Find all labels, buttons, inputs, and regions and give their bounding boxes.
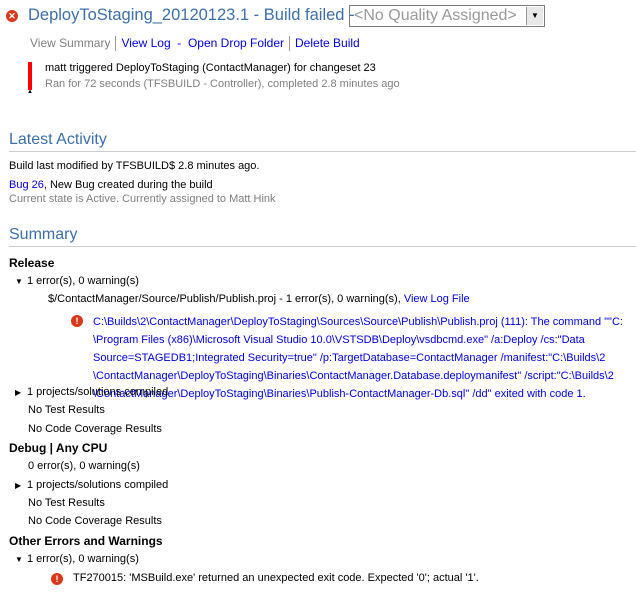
summary-heading: Summary	[9, 226, 78, 243]
error-icon: !	[51, 573, 63, 585]
divider	[289, 36, 291, 52]
last-modified: Build last modified by TFSBUILD$ 2.8 min…	[9, 160, 260, 172]
divider	[115, 36, 117, 52]
divider	[9, 151, 636, 152]
bug-text: , New Bug created during the build	[43, 179, 213, 191]
error-icon: !	[71, 315, 83, 327]
compiled-text: 1 projects/solutions compiled	[27, 386, 169, 398]
dash: -	[177, 36, 182, 50]
view-summary-link[interactable]: View Summary	[30, 36, 110, 50]
error-line: \Program Files (x86)\Microsoft Visual St…	[93, 334, 585, 346]
delete-build-link[interactable]: Delete Build	[295, 36, 360, 50]
latest-activity-heading: Latest Activity	[9, 131, 107, 148]
bug-link[interactable]: Bug 26	[9, 179, 44, 191]
debug-errors: 0 error(s), 0 warning(s)	[28, 460, 140, 472]
view-log-link[interactable]: View Log	[121, 36, 170, 50]
other-errors-title: Other Errors and Warnings	[9, 534, 163, 548]
other-errors-toggle[interactable]: ▼ 1 error(s), 0 warning(s)	[15, 553, 139, 565]
chevron-down-icon[interactable]: ▼	[526, 7, 543, 25]
divider	[9, 246, 636, 247]
caret-up-icon: ▲	[27, 89, 33, 95]
expanded-icon: ▼	[15, 277, 23, 286]
other-errors-count: 1 error(s), 0 warning(s)	[27, 553, 139, 565]
view-log-file-link[interactable]: View Log File	[404, 293, 470, 305]
bug-line: Bug 26, New Bug created during the build	[9, 179, 213, 191]
release-compiled-toggle[interactable]: ▶ 1 projects/solutions compiled	[15, 386, 168, 398]
other-error-message: TF270015: 'MSBuild.exe' returned an unex…	[73, 572, 479, 584]
release-errors-toggle[interactable]: ▼ 1 error(s), 0 warning(s)	[15, 275, 139, 287]
status-bar	[28, 62, 32, 90]
expanded-icon: ▼	[15, 555, 23, 564]
project-summary: $/ContactManager/Source/Publish/Publish.…	[48, 293, 401, 305]
error-line: \ContactManager\DeployToStaging\Binaries…	[93, 388, 586, 400]
error-line: \ContactManager\DeployToStaging\Binaries…	[93, 370, 614, 382]
debug-title: Debug | Any CPU	[9, 441, 108, 455]
release-title: Release	[9, 256, 55, 270]
quality-dropdown[interactable]: <No Quality Assigned> ▼	[349, 5, 545, 27]
test-results: No Test Results	[28, 497, 105, 509]
build-failed-icon: ✕	[6, 10, 18, 22]
bug-state: Current state is Active. Currently assig…	[9, 193, 276, 205]
debug-compiled-toggle[interactable]: ▶ 1 projects/solutions compiled	[15, 479, 168, 491]
collapsed-icon: ▶	[15, 481, 22, 490]
release-errors: 1 error(s), 0 warning(s)	[27, 275, 139, 287]
build-actions: View Summary View Log - Open Drop Folder D…	[30, 36, 360, 52]
quality-value: <No Quality Assigned>	[354, 7, 517, 24]
error-line: C:\Builds\2\ContactManager\DeployToStagi…	[93, 316, 623, 328]
coverage-results: No Code Coverage Results	[28, 423, 162, 435]
run-info: Ran for 72 seconds (TFSBUILD - Controlle…	[45, 78, 400, 90]
error-message[interactable]: C:\Builds\2\ContactManager\DeployToStagi…	[93, 313, 633, 403]
collapsed-icon: ▶	[15, 388, 22, 397]
error-line: Source=STAGEDB1;Integrated Security=true…	[93, 352, 606, 364]
compiled-text: 1 projects/solutions compiled	[27, 479, 169, 491]
project-line: $/ContactManager/Source/Publish/Publish.…	[48, 293, 470, 305]
open-drop-folder-link[interactable]: Open Drop Folder	[188, 36, 284, 50]
page-title: DeployToStaging_20120123.1 - Build faile…	[28, 6, 355, 24]
trigger-text: matt triggered DeployToStaging (ContactM…	[45, 62, 376, 74]
test-results: No Test Results	[28, 404, 105, 416]
coverage-results: No Code Coverage Results	[28, 515, 162, 527]
